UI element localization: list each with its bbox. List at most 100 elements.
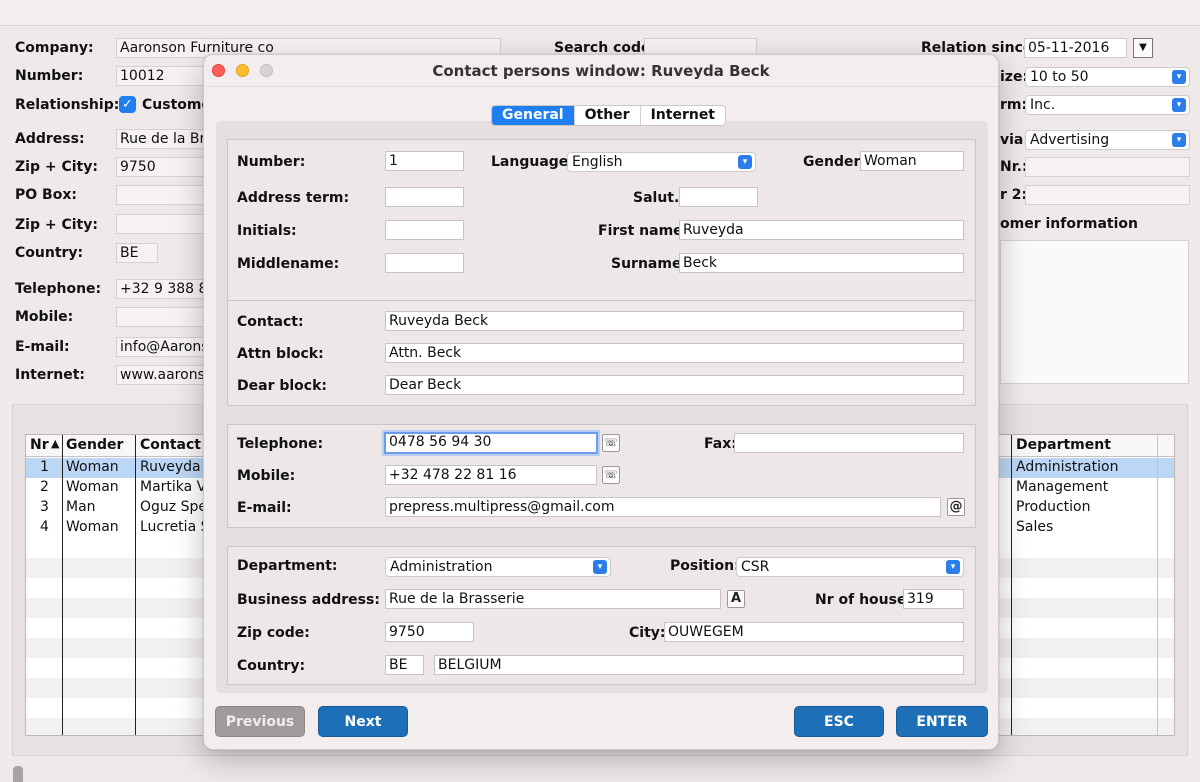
r2-field[interactable] bbox=[1025, 185, 1190, 205]
business-section: Department: Administration ▾ Position: CS… bbox=[227, 546, 976, 685]
triangle-down-icon: ▼ bbox=[1139, 42, 1147, 53]
address-field[interactable]: Rue de la Bra bbox=[116, 129, 206, 149]
mobile-field[interactable] bbox=[116, 307, 206, 327]
fax-label: Fax: bbox=[704, 436, 737, 452]
zip-code-label: Zip code: bbox=[237, 625, 310, 641]
dial-mobile-button[interactable]: ☏ bbox=[602, 466, 620, 484]
email-field[interactable]: info@Aarons bbox=[116, 337, 206, 357]
next-button[interactable]: Next bbox=[318, 706, 408, 737]
chevron-down-icon: ▾ bbox=[1172, 133, 1186, 147]
term-select[interactable]: Inc. ▾ bbox=[1025, 95, 1190, 115]
address-blocks-section: Contact: Ruveyda Beck Attn block: Attn. … bbox=[227, 300, 976, 406]
attn-block-label: Attn block: bbox=[237, 346, 324, 362]
window-title: Contact persons window: Ruveyda Beck bbox=[432, 62, 770, 80]
city-field[interactable]: OUWEGEM bbox=[664, 622, 964, 642]
po-box-label: PO Box: bbox=[15, 187, 77, 203]
communication-section: Telephone: 0478 56 94 30 ☏ Fax: Mobile: … bbox=[227, 424, 976, 528]
telephone-field[interactable]: +32 9 388 8 bbox=[116, 279, 206, 299]
customer-checkbox[interactable]: ✓ bbox=[119, 96, 136, 113]
size-label: ize: bbox=[1000, 69, 1029, 85]
company-label: Company: bbox=[15, 40, 94, 56]
address-icon: A bbox=[730, 591, 742, 606]
phone-icon: ☏ bbox=[604, 436, 618, 449]
country-code-field[interactable]: BE bbox=[385, 655, 424, 675]
salutation-field[interactable] bbox=[679, 187, 758, 207]
dear-block-field[interactable]: Dear Beck bbox=[385, 375, 964, 395]
chevron-down-icon: ▾ bbox=[946, 560, 960, 574]
middlename-label: Middlename: bbox=[237, 256, 340, 272]
window-titlebar: Contact persons window: Ruveyda Beck bbox=[204, 55, 998, 87]
language-select[interactable]: English ▾ bbox=[567, 152, 756, 172]
nr-of-house-field[interactable]: 319 bbox=[903, 589, 964, 609]
zip-city-field[interactable]: 9750 bbox=[116, 157, 206, 177]
language-label: Language: bbox=[491, 154, 574, 170]
salutation-label: Salut.: bbox=[633, 190, 685, 206]
column-divider bbox=[135, 435, 136, 735]
term-label: rm: bbox=[1000, 97, 1028, 113]
nr-field[interactable] bbox=[1025, 157, 1190, 177]
chevron-down-icon: ▾ bbox=[593, 560, 607, 574]
zip-city-2-field[interactable] bbox=[116, 214, 206, 234]
country-name-field[interactable]: BELGIUM bbox=[434, 655, 964, 675]
address-label: Address: bbox=[15, 131, 85, 147]
number-field[interactable]: 1 bbox=[385, 151, 464, 171]
internet-field[interactable]: www.aaronso bbox=[116, 365, 206, 385]
tab-internet[interactable]: Internet bbox=[641, 106, 725, 125]
column-header-nr[interactable]: Nr bbox=[30, 437, 49, 453]
internet-label: Internet: bbox=[15, 367, 86, 383]
business-address-field[interactable]: Rue de la Brasserie bbox=[385, 589, 721, 609]
telephone-field[interactable]: 0478 56 94 30 bbox=[384, 432, 598, 454]
via-select[interactable]: Advertising ▾ bbox=[1025, 130, 1190, 150]
send-email-button[interactable]: @ bbox=[947, 498, 965, 516]
country-label: Country: bbox=[237, 658, 306, 674]
business-address-label: Business address: bbox=[237, 592, 380, 608]
zip-code-field[interactable]: 9750 bbox=[385, 622, 474, 642]
column-header-gender[interactable]: Gender bbox=[66, 437, 123, 453]
scrollbar-thumb[interactable] bbox=[13, 766, 23, 782]
esc-button[interactable]: ESC bbox=[794, 706, 884, 737]
country-label: Country: bbox=[15, 245, 84, 261]
chevron-down-icon: ▾ bbox=[1172, 70, 1186, 84]
tab-general[interactable]: General bbox=[492, 106, 575, 125]
surname-field[interactable]: Beck bbox=[679, 253, 964, 273]
position-select[interactable]: CSR ▾ bbox=[736, 557, 964, 577]
nr-of-house-label: Nr of house: bbox=[815, 592, 913, 608]
surname-label: Surname: bbox=[611, 256, 688, 272]
attn-block-field[interactable]: Attn. Beck bbox=[385, 343, 964, 363]
customer-information-textarea[interactable] bbox=[1000, 240, 1189, 384]
country-field[interactable]: BE bbox=[116, 243, 158, 263]
fax-field[interactable] bbox=[734, 433, 964, 453]
email-label: E-mail: bbox=[15, 339, 70, 355]
city-label: City: bbox=[629, 625, 666, 641]
middlename-field[interactable] bbox=[385, 253, 464, 273]
number-field[interactable]: 10012 bbox=[116, 66, 206, 86]
address-term-field[interactable] bbox=[385, 187, 464, 207]
contact-field[interactable]: Ruveyda Beck bbox=[385, 311, 964, 331]
department-select[interactable]: Administration ▾ bbox=[385, 557, 611, 577]
sort-ascending-icon: ▲ bbox=[51, 437, 60, 450]
contact-label: Contact: bbox=[237, 314, 304, 330]
column-divider bbox=[62, 435, 63, 735]
gender-field[interactable]: Woman bbox=[860, 151, 964, 171]
chevron-down-icon: ▾ bbox=[1172, 98, 1186, 112]
address-lookup-button[interactable]: A bbox=[727, 590, 745, 608]
date-picker-button[interactable]: ▼ bbox=[1133, 38, 1153, 58]
department-label: Department: bbox=[237, 558, 338, 574]
first-name-field[interactable]: Ruveyda bbox=[679, 220, 964, 240]
zip-city-label: Zip + City: bbox=[15, 159, 98, 175]
previous-button[interactable]: Previous bbox=[215, 706, 305, 737]
r2-label: r 2: bbox=[1000, 187, 1028, 203]
number-label: Number: bbox=[237, 154, 306, 170]
po-box-field[interactable] bbox=[116, 185, 206, 205]
relation-since-field[interactable]: 05-11-2016 bbox=[1024, 38, 1127, 58]
dear-block-label: Dear block: bbox=[237, 378, 327, 394]
tab-other[interactable]: Other bbox=[575, 106, 641, 125]
size-select[interactable]: 10 to 50 ▾ bbox=[1025, 67, 1190, 87]
dial-telephone-button[interactable]: ☏ bbox=[602, 434, 620, 452]
mobile-field[interactable]: +32 478 22 81 16 bbox=[385, 465, 597, 485]
email-field[interactable]: prepress.multipress@gmail.com bbox=[385, 497, 941, 517]
enter-button[interactable]: ENTER bbox=[896, 706, 988, 737]
column-header-department[interactable]: Department bbox=[1016, 437, 1111, 453]
customer-information-label: omer information bbox=[1000, 216, 1138, 232]
initials-field[interactable] bbox=[385, 220, 464, 240]
